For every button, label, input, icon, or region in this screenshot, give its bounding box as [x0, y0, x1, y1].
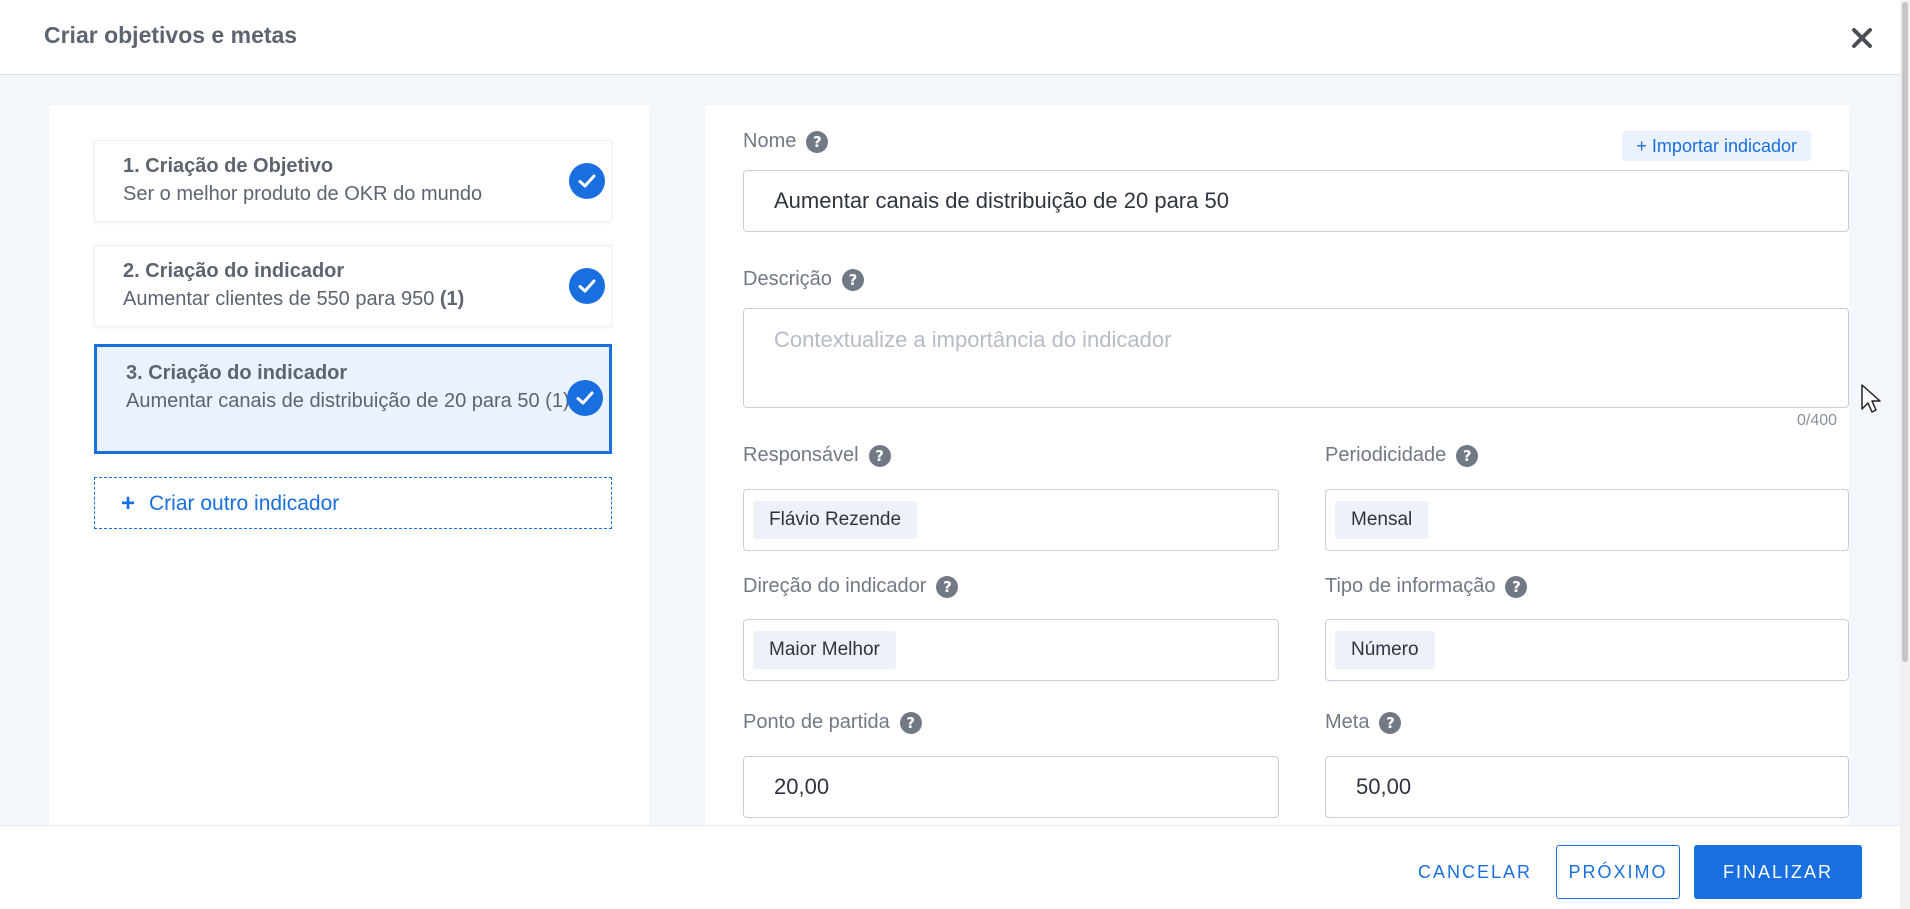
step-indicator-1[interactable]: 2. Criação do indicador Aumentar cliente… — [94, 245, 612, 327]
start-label-text: Ponto de partida — [743, 711, 890, 733]
step-indicator-2[interactable]: 3. Criação do indicador Aumentar canais … — [94, 344, 612, 454]
goal-value-input[interactable]: 50,00 — [1325, 756, 1849, 818]
steps-panel: 1. Criação de Objetivo Ser o melhor prod… — [49, 105, 649, 825]
owner-chip: Flávio Rezende — [753, 501, 918, 539]
question-circle-icon[interactable]: ? — [1505, 575, 1528, 598]
question-circle-icon[interactable]: ? — [806, 130, 829, 153]
wizard-card: 1. Criação de Objetivo Ser o melhor prod… — [49, 105, 1849, 825]
check-circle-icon — [569, 163, 605, 199]
step-subtitle-text: Aumentar canais de distribuição de 20 pa… — [126, 390, 540, 412]
direction-chip: Maior Melhor — [753, 631, 896, 669]
owner-label: Responsável ? — [743, 444, 891, 467]
question-circle-icon[interactable]: ? — [936, 575, 959, 598]
panel-divider — [649, 105, 705, 825]
name-label-text: Nome — [743, 130, 797, 152]
scrollbar-thumb[interactable] — [1902, 2, 1908, 662]
modal-header: Criar objetivos e metas — [0, 0, 1900, 75]
period-chip: Mensal — [1335, 501, 1429, 539]
check-circle-icon — [567, 380, 603, 416]
step-objective[interactable]: 1. Criação de Objetivo Ser o melhor prod… — [94, 140, 612, 222]
cancel-button[interactable]: CANCELAR — [1400, 845, 1550, 899]
indicator-form: Nome ? + Importar indicador Aumentar can… — [705, 105, 1849, 825]
step-subtitle: Ser o melhor produto de OKR do mundo — [123, 183, 483, 205]
question-circle-icon[interactable]: ? — [868, 444, 891, 467]
next-button[interactable]: PRÓXIMO — [1556, 845, 1680, 899]
description-label-text: Descrição — [743, 268, 832, 290]
direction-select[interactable]: Maior Melhor — [743, 619, 1279, 681]
period-label: Periodicidade ? — [1325, 444, 1479, 467]
direction-label-text: Direção do indicador — [743, 575, 927, 597]
modal-body: 1. Criação de Objetivo Ser o melhor prod… — [0, 75, 1900, 825]
plus-icon: + — [121, 490, 136, 517]
name-input[interactable]: Aumentar canais de distribuição de 20 pa… — [743, 170, 1849, 232]
step-title: 3. Criação do indicador — [126, 362, 348, 384]
mouse-pointer-icon — [1861, 384, 1881, 413]
step-subtitle-text: Aumentar clientes de 550 para 950 — [123, 288, 435, 310]
question-circle-icon[interactable]: ? — [841, 268, 864, 291]
check-circle-icon — [569, 268, 605, 304]
info-type-select[interactable]: Número — [1325, 619, 1849, 681]
import-indicator-button[interactable]: + Importar indicador — [1622, 131, 1811, 161]
step-title: 1. Criação de Objetivo — [123, 155, 334, 177]
close-button[interactable] — [1846, 22, 1878, 54]
owner-select[interactable]: Flávio Rezende — [743, 489, 1279, 551]
name-label: Nome ? — [743, 130, 829, 153]
question-circle-icon[interactable]: ? — [1379, 711, 1402, 734]
question-circle-icon[interactable]: ? — [899, 711, 922, 734]
step-title: 2. Criação do indicador — [123, 260, 345, 282]
add-indicator-label: Criar outro indicador — [149, 492, 340, 515]
info-type-label-text: Tipo de informação — [1325, 575, 1496, 597]
direction-label: Direção do indicador ? — [743, 575, 959, 598]
description-textarea[interactable]: Contextualize a importância do indicador — [743, 308, 1849, 408]
description-counter: 0/400 — [1797, 412, 1838, 429]
goal-label: Meta ? — [1325, 711, 1402, 734]
modal-title: Criar objetivos e metas — [44, 22, 298, 48]
question-circle-icon[interactable]: ? — [1456, 444, 1479, 467]
period-select[interactable]: Mensal — [1325, 489, 1849, 551]
description-label: Descrição ? — [743, 268, 864, 291]
close-icon — [1852, 28, 1872, 48]
goal-label-text: Meta — [1325, 711, 1370, 733]
info-type-chip: Número — [1335, 631, 1435, 669]
scrollbar[interactable] — [1900, 0, 1910, 909]
modal-footer: CANCELAR PRÓXIMO FINALIZAR — [0, 825, 1900, 909]
owner-label-text: Responsável — [743, 444, 859, 466]
finish-button[interactable]: FINALIZAR — [1694, 845, 1862, 899]
info-type-label: Tipo de informação ? — [1325, 575, 1528, 598]
step-count: (1) — [545, 390, 570, 412]
step-subtitle: Aumentar canais de distribuição de 20 pa… — [126, 390, 576, 413]
step-count: (1) — [439, 288, 465, 310]
start-label: Ponto de partida ? — [743, 711, 922, 734]
period-label-text: Periodicidade — [1325, 444, 1447, 466]
start-value-input[interactable]: 20,00 — [743, 756, 1279, 818]
step-subtitle: Aumentar clientes de 550 para 950 (1) — [123, 288, 563, 311]
add-indicator-button[interactable]: + Criar outro indicador — [94, 477, 612, 529]
